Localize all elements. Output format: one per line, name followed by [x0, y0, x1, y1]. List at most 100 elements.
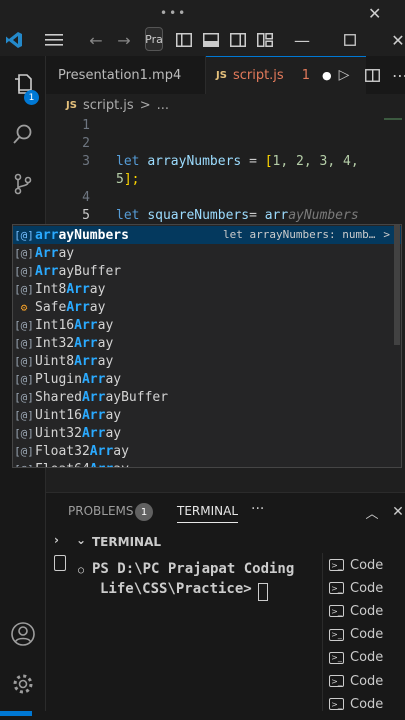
suggestion-item[interactable]: [@] Int8Array [13, 280, 401, 298]
prompt-line-1: PS D:\PC Prajapat Coding [92, 561, 295, 577]
chevron-right-icon[interactable]: › [54, 533, 59, 547]
search-icon[interactable] [0, 112, 46, 156]
breadcrumb: JS script.js > ... [46, 94, 405, 116]
drag-handle-icon[interactable]: ••• [160, 6, 187, 20]
suggestion-label: Uint16Array [35, 407, 122, 423]
minimize-icon[interactable]: — [288, 24, 316, 56]
title-row: ← → Pra — ✕ [0, 24, 405, 56]
symbol-icon: [@] [14, 354, 34, 368]
toggle-panel-icon[interactable] [197, 24, 225, 56]
command-center[interactable]: Pra [145, 27, 163, 51]
status-bar [0, 711, 405, 720]
suggestion-item[interactable]: [@] Float32Array [13, 442, 401, 460]
suggestion-item[interactable]: [@] arrayNumbers let arrayNumbers: numb… > [13, 226, 401, 244]
symbol-icon: [@] [14, 408, 34, 422]
snippet-icon: ⚙ [20, 300, 28, 314]
more-actions-icon[interactable]: ⋯ [386, 60, 405, 90]
suggestion-item[interactable]: [@] Uint8Array [13, 352, 401, 370]
vscode-logo-icon [0, 24, 28, 56]
suggestion-label: Float64Array [35, 462, 129, 468]
line-number: 3 [82, 154, 90, 169]
forward-arrow-icon[interactable]: → [110, 24, 138, 56]
suggestion-label: Int16Array [35, 317, 114, 333]
terminal-name: Code [350, 627, 384, 643]
suggest-scrollbar[interactable] [394, 225, 400, 345]
terminal-list-item[interactable]: >_ Code [329, 577, 383, 599]
suggestion-label: Int8Array [35, 281, 106, 297]
back-arrow-icon[interactable]: ← [82, 24, 110, 56]
terminal-name: Code [350, 580, 384, 596]
problems-badge: 1 [135, 503, 153, 521]
line-number: 1 [82, 118, 90, 133]
terminal-clipboard-icon[interactable] [54, 555, 66, 571]
tab-problems[interactable]: PROBLEMS [68, 504, 134, 518]
terminal-list: >_ Code >_ Code >_ Code >_ Code >_ Code >_ Code >_ Co… [322, 553, 405, 712]
suggestion-label: Uint32Array [35, 425, 122, 441]
terminal-list-item[interactable]: >_ Code [329, 600, 383, 622]
terminal-icon: >_ [329, 628, 344, 641]
panel-more-icon[interactable]: ··· [251, 501, 264, 517]
suggestion-item[interactable]: [@] Array [13, 244, 401, 262]
terminal-list-item[interactable]: >_ Code [329, 647, 383, 669]
suggestion-item[interactable]: [@] Int32Array [13, 334, 401, 352]
line-number: 2 [82, 136, 90, 151]
breadcrumb-file[interactable]: script.js [83, 98, 134, 113]
maximize-icon[interactable] [336, 24, 364, 56]
suggestion-item[interactable]: [@] ArrayBuffer [13, 262, 401, 280]
tab-label: script.js [232, 68, 284, 83]
terminal-name: Code [350, 696, 384, 712]
symbol-icon: [@] [14, 264, 34, 278]
terminal-cursor [258, 583, 268, 601]
tab-problem-count: 1 [301, 68, 310, 83]
js-file-icon: JS [216, 70, 227, 81]
terminal-list-item[interactable]: >_ Code [329, 624, 383, 646]
suggestion-item[interactable]: [@] Uint16Array [13, 406, 401, 424]
suggestion-item[interactable]: [@] SharedArrayBuffer [13, 388, 401, 406]
bottom-panel: PROBLEMS 1 TERMINAL ··· ︿ ✕ › ⌄ TERMINAL… [46, 492, 405, 712]
suggestion-item[interactable]: [@] PluginArray [13, 370, 401, 388]
terminal-list-item[interactable]: >_ Code [329, 554, 383, 576]
tab-presentation[interactable]: Presentation1.mp4 [46, 56, 206, 94]
customize-layout-icon[interactable] [251, 24, 279, 56]
suggestion-item[interactable]: [@]Float64Array [13, 460, 401, 468]
suggestion-detail: let arrayNumbers: numb… > [223, 228, 390, 241]
symbol-icon: [@] [14, 318, 34, 332]
close-panel-icon[interactable]: ✕ [384, 497, 405, 527]
terminal-header[interactable]: › ⌄ TERMINAL [46, 531, 405, 553]
accounts-icon[interactable] [0, 612, 46, 656]
symbol-icon: [@] [14, 372, 34, 386]
toggle-primary-sidebar-icon[interactable] [170, 24, 198, 56]
terminal-name: Code [350, 650, 384, 666]
suggestion-item[interactable]: ⚙ SafeArray [13, 298, 401, 316]
suggestion-item[interactable]: [@] Int16Array [13, 316, 401, 334]
symbol-icon: [@] [14, 246, 34, 260]
command-decoration-icon: ○ [78, 565, 85, 576]
terminal-output[interactable]: ○ PS D:\PC Prajapat Coding Life\CSS\Prac… [46, 553, 322, 712]
minimap[interactable] [384, 118, 402, 120]
suggestion-label: arrayNumbers [35, 227, 129, 243]
line-number: 5 [82, 208, 90, 223]
variable-icon: [@] [14, 228, 34, 242]
terminal-list-item[interactable]: >_ Code [329, 670, 383, 692]
close-window-icon[interactable]: ✕ [368, 4, 381, 23]
remote-indicator[interactable] [0, 711, 32, 716]
breadcrumb-rest[interactable]: ... [157, 98, 169, 113]
menu-icon[interactable] [40, 24, 68, 56]
manage-gear-icon[interactable] [0, 662, 46, 706]
symbol-icon: [@] [14, 426, 34, 440]
suggestion-item[interactable]: [@] Uint32Array [13, 424, 401, 442]
terminal-name: Code [350, 673, 384, 689]
source-control-icon[interactable] [0, 162, 46, 206]
split-editor-icon[interactable] [358, 60, 386, 90]
run-icon[interactable]: ▷ [330, 60, 358, 90]
suggestion-label: PluginArray [35, 371, 122, 387]
tab-terminal[interactable]: TERMINAL [177, 504, 239, 523]
toggle-secondary-sidebar-icon[interactable] [224, 24, 252, 56]
explorer-icon[interactable]: 1 [0, 62, 46, 106]
suggestion-label: Float32Array [35, 443, 129, 459]
chevron-down-icon[interactable]: ⌄ [76, 533, 86, 547]
maximize-panel-icon[interactable]: ︿ [358, 497, 386, 527]
close-icon[interactable]: ✕ [384, 24, 405, 56]
prompt-line-2: Life\CSS\Practice> [100, 581, 252, 597]
js-file-icon: JS [66, 99, 77, 111]
